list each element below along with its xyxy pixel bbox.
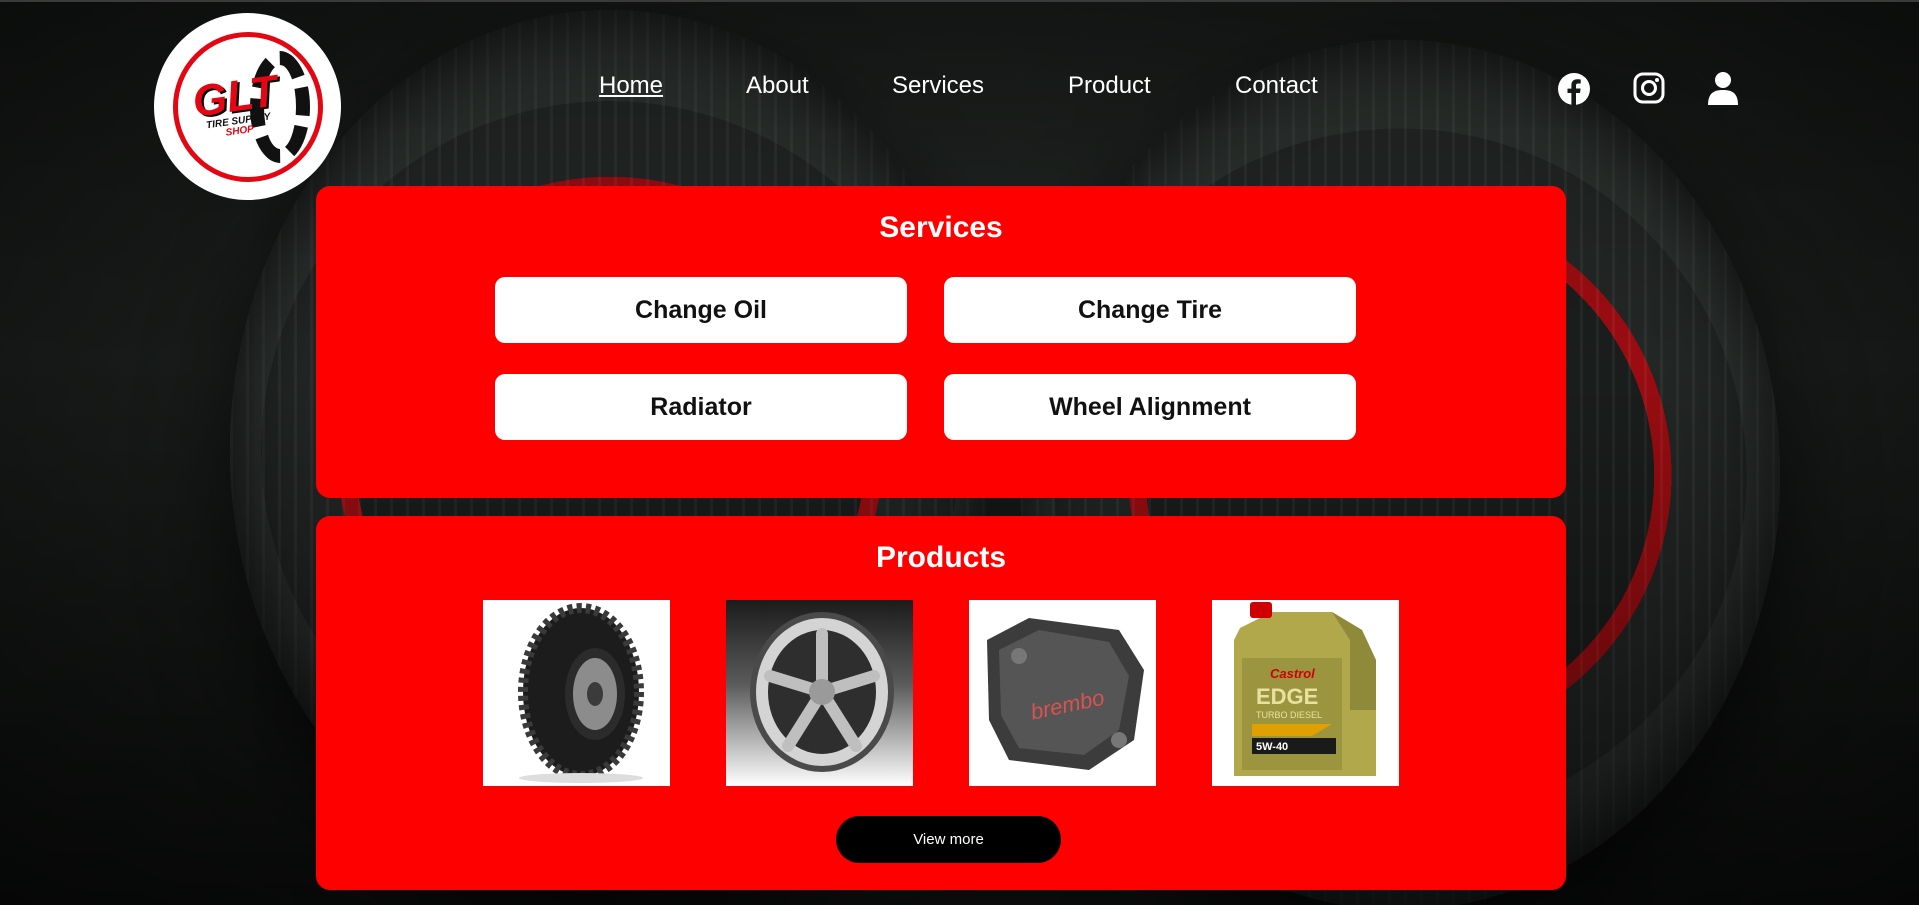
services-title: Services	[879, 211, 1003, 244]
product-engine-oil-image[interactable]: Castrol EDGE TURBO DIESEL 5W-40	[1212, 600, 1399, 786]
nav-services[interactable]: Services	[892, 72, 984, 100]
user-account-icon[interactable]	[1708, 71, 1738, 105]
products-panel: Products brembo Castrol EDGE TURBO DIESE…	[316, 516, 1566, 890]
instagram-icon[interactable]	[1633, 72, 1665, 104]
oil-sub-text: TURBO DIESEL	[1256, 710, 1322, 720]
change-oil-button[interactable]: Change Oil	[495, 277, 907, 343]
oil-brand-text: Castrol	[1270, 666, 1315, 681]
logo-ring: GLT TIRE SUPPLY SHOP	[172, 31, 323, 182]
nav-contact[interactable]: Contact	[1235, 72, 1318, 100]
facebook-icon[interactable]	[1557, 72, 1591, 106]
services-panel: Services Change Oil Change Tire Radiator…	[316, 186, 1566, 498]
oil-grade-text: 5W-40	[1256, 741, 1288, 753]
wheel-alignment-button[interactable]: Wheel Alignment	[944, 374, 1356, 440]
products-title: Products	[875, 541, 1007, 574]
nav-product[interactable]: Product	[1068, 72, 1151, 100]
oil-name-text: EDGE	[1256, 684, 1318, 709]
product-alloy-wheel-image[interactable]	[726, 600, 913, 786]
view-more-button[interactable]: View more	[836, 816, 1061, 863]
nav-about[interactable]: About	[746, 72, 809, 100]
product-brake-caliper-image[interactable]: brembo	[969, 600, 1156, 786]
site-logo[interactable]: GLT TIRE SUPPLY SHOP	[154, 13, 341, 200]
product-tire-image[interactable]	[483, 600, 670, 786]
change-tire-button[interactable]: Change Tire	[944, 277, 1356, 343]
radiator-button[interactable]: Radiator	[495, 374, 907, 440]
nav-home[interactable]: Home	[599, 72, 663, 100]
